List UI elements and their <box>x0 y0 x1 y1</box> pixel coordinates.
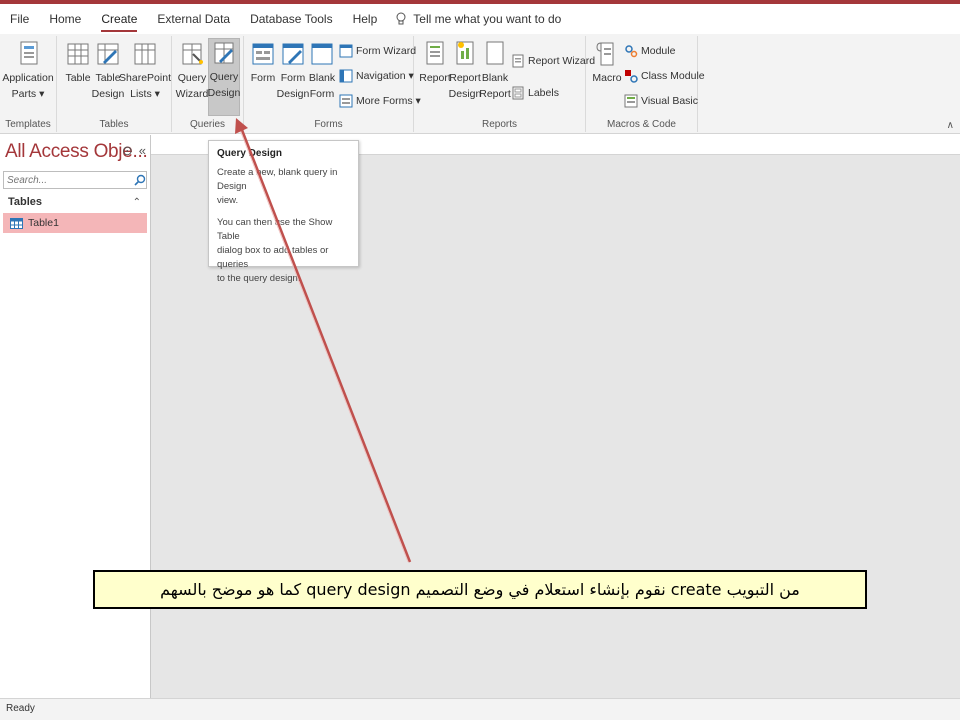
annotation-arrow <box>235 118 412 563</box>
instruction-callout: من التبويب create نقوم بإنشاء استعلام في… <box>93 570 867 609</box>
status-text: Ready <box>6 703 35 714</box>
callout-text: من التبويب create نقوم بإنشاء استعلام في… <box>160 580 800 599</box>
status-bar: Ready <box>0 698 960 720</box>
